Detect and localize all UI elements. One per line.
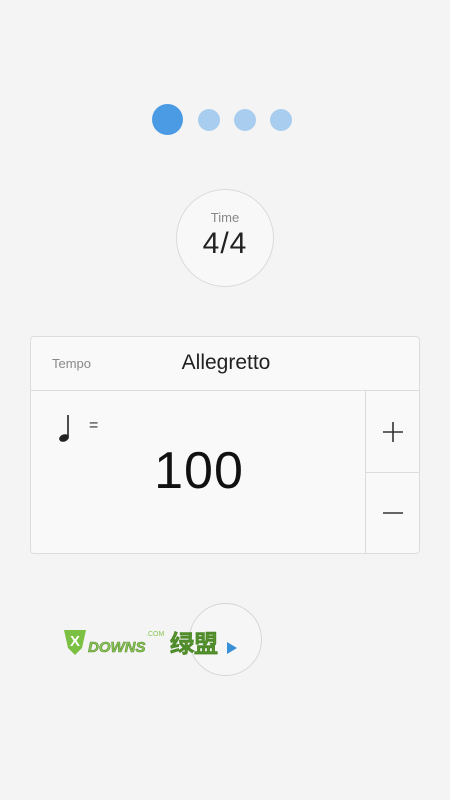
minus-icon [382,512,403,514]
time-signature-button[interactable]: Time 4/4 [176,189,274,287]
decrease-tempo-button[interactable] [366,472,419,553]
page-dot[interactable] [269,108,292,131]
page-dot-active[interactable] [151,104,183,135]
time-value: 4/4 [202,226,248,260]
time-label: Time [210,209,240,225]
tempo-card: Tempo Allegretto = 100 [30,336,420,554]
tempo-name: Allegretto [181,351,271,374]
bpm-value[interactable]: 100 [31,441,367,501]
increase-tempo-button[interactable] [366,391,419,472]
page-dot[interactable] [197,108,220,131]
svg-text:DOWNS: DOWNS [88,639,146,656]
page-indicator [0,104,450,135]
bpm-stepper [365,391,419,554]
svg-text:X: X [70,633,80,650]
plus-icon [382,421,403,442]
watermark-logo: X DOWNS .COM 绿盟 [64,630,237,658]
page-dot[interactable] [233,108,256,131]
svg-text:.COM: .COM [146,631,164,638]
quarter-note-icon [59,415,69,442]
tempo-body: = 100 [31,391,419,554]
tempo-header[interactable]: Tempo Allegretto [31,337,419,391]
equals-sign: = [89,417,99,434]
svg-text:绿盟: 绿盟 [170,630,218,658]
